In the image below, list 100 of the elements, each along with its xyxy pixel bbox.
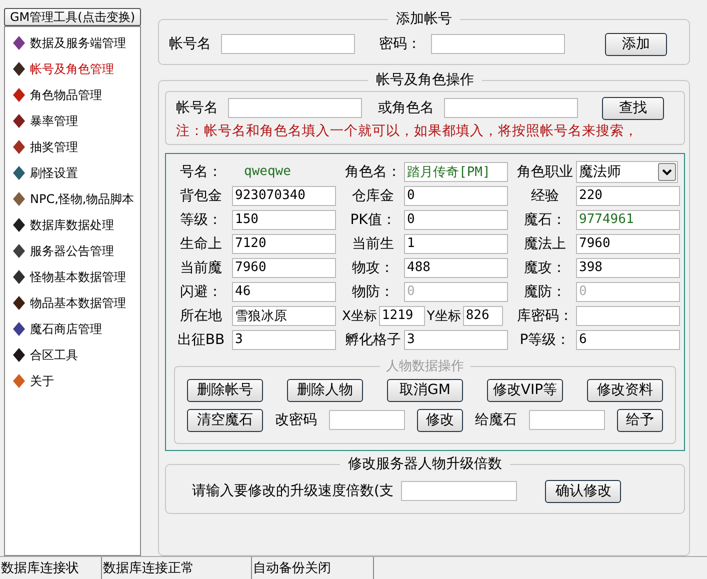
input-field[interactable]: 踏月传奇[PM] bbox=[404, 162, 508, 182]
search-button[interactable]: 查找 bbox=[602, 96, 664, 120]
sidebar-item[interactable]: NPC,怪物,物品脚本 bbox=[5, 186, 140, 212]
action-button[interactable]: 取消GM bbox=[387, 378, 463, 402]
field-label: 角色职业 bbox=[516, 162, 574, 180]
input-field[interactable]: 1 bbox=[404, 234, 508, 254]
field-label: 密码： bbox=[379, 35, 421, 53]
status-pane: 数据库连接正常 bbox=[102, 557, 252, 579]
field-label: 魔石： bbox=[523, 210, 567, 228]
field-label: 角色名： bbox=[344, 162, 402, 180]
input-field[interactable] bbox=[401, 481, 518, 501]
status-pane: 自动备份关闭 bbox=[252, 557, 374, 579]
field-label: 魔法上 bbox=[523, 234, 567, 252]
field-label: 帐号名 bbox=[169, 35, 211, 53]
sidebar-item[interactable]: 数据及服务端管理 bbox=[5, 30, 140, 56]
input-field[interactable] bbox=[444, 98, 578, 118]
clear-gems-button[interactable]: 清空魔石 bbox=[187, 408, 263, 432]
group-title: 帐号及角色操作 bbox=[375, 71, 475, 89]
sidebar-item[interactable]: 物品基本数据管理 bbox=[5, 290, 140, 316]
gem-icon bbox=[11, 191, 27, 207]
sidebar-item[interactable]: 暴率管理 bbox=[5, 108, 140, 134]
give-button[interactable]: 给予 bbox=[617, 408, 663, 432]
sidebar-item[interactable]: 刷怪设置 bbox=[5, 160, 140, 186]
sidebar-item[interactable]: 魔石商店管理 bbox=[5, 316, 140, 342]
group-title: 添加帐号 bbox=[395, 10, 453, 28]
field-label: 号名： bbox=[179, 162, 223, 180]
field-label: 当前魔 bbox=[179, 258, 223, 276]
status-pane: 数据库连接状 bbox=[0, 557, 102, 579]
input-field[interactable] bbox=[228, 98, 362, 118]
sidebar-item[interactable]: 服务器公告管理 bbox=[5, 238, 140, 264]
field-label: 物攻： bbox=[351, 258, 395, 276]
input-field[interactable]: 220 bbox=[576, 186, 680, 206]
input-field[interactable]: 0 bbox=[404, 186, 508, 206]
gem-icon bbox=[11, 347, 27, 363]
input-field[interactable]: 488 bbox=[404, 258, 508, 278]
input-field[interactable] bbox=[576, 306, 680, 326]
field-label: 孵化格子 bbox=[344, 330, 402, 348]
field-label: PK值： bbox=[349, 210, 397, 228]
field-label: 出征BB bbox=[176, 330, 226, 348]
confirm-button[interactable]: 确认修改 bbox=[545, 480, 622, 502]
field-label: 给魔石 bbox=[475, 411, 517, 429]
sidebar-item[interactable]: 角色物品管理 bbox=[5, 82, 140, 108]
add-button[interactable]: 添加 bbox=[605, 32, 667, 56]
input-field[interactable]: 150 bbox=[232, 210, 336, 230]
gem-icon bbox=[11, 295, 27, 311]
input-field[interactable]: 398 bbox=[576, 258, 680, 278]
sidebar-item[interactable]: 关于 bbox=[5, 368, 140, 394]
input-field[interactable] bbox=[221, 34, 355, 54]
input-field[interactable] bbox=[431, 34, 565, 54]
gem-icon bbox=[11, 217, 27, 233]
field-value: qweqwe bbox=[243, 164, 292, 179]
field-label: 改密码 bbox=[275, 411, 317, 429]
gem-icon bbox=[11, 87, 27, 103]
input-field[interactable]: 0 bbox=[404, 210, 508, 230]
field-label: 帐号名 bbox=[176, 99, 218, 117]
field-label: 库密码： bbox=[516, 306, 574, 324]
input-field[interactable]: 7960 bbox=[576, 234, 680, 254]
gem-icon bbox=[11, 321, 27, 337]
gem-icon bbox=[11, 139, 27, 155]
field-label: 魔攻： bbox=[523, 258, 567, 276]
field-label: Y坐标 bbox=[426, 308, 461, 324]
sidebar-item[interactable]: 数据库数据处理 bbox=[5, 212, 140, 238]
field-label: 背包金 bbox=[179, 186, 223, 204]
sidebar-item[interactable]: 合区工具 bbox=[5, 342, 140, 368]
gem-icon bbox=[11, 269, 27, 285]
input-field[interactable]: 6 bbox=[576, 330, 680, 350]
input-field[interactable]: 3 bbox=[404, 330, 508, 350]
input-field[interactable]: 826 bbox=[462, 306, 503, 326]
gem-icon bbox=[11, 113, 27, 129]
sidebar-item[interactable]: 帐号及角色管理 bbox=[5, 56, 140, 82]
sidebar-item[interactable]: 怪物基本数据管理 bbox=[5, 264, 140, 290]
gem-icon bbox=[11, 61, 27, 77]
input-field[interactable]: 46 bbox=[232, 282, 336, 302]
input-field[interactable] bbox=[529, 410, 605, 430]
input-field[interactable]: 雪狼冰原 bbox=[232, 306, 336, 326]
action-button[interactable]: 删除人物 bbox=[287, 378, 363, 402]
input-field[interactable]: 1219 bbox=[378, 306, 425, 326]
field-label: 仓库金 bbox=[351, 186, 395, 204]
input-field[interactable]: 7960 bbox=[232, 258, 336, 278]
modify-button[interactable]: 修改 bbox=[417, 408, 463, 432]
sidebar-item[interactable]: 抽奖管理 bbox=[5, 134, 140, 160]
field-label: 所在地 bbox=[179, 306, 223, 324]
input-field[interactable]: 3 bbox=[232, 330, 336, 350]
field-label: 当前生 bbox=[351, 234, 395, 252]
gem-icon bbox=[11, 243, 27, 259]
dropdown[interactable]: 魔法师 bbox=[576, 160, 678, 182]
tool-switch-button[interactable]: GM管理工具(点击变换) bbox=[4, 8, 141, 26]
input-field[interactable]: 923070340 bbox=[232, 186, 336, 206]
action-button[interactable]: 删除帐号 bbox=[187, 378, 263, 402]
field-label: 经验 bbox=[530, 186, 560, 204]
input-field[interactable] bbox=[329, 410, 405, 430]
group-title: 人物数据操作 bbox=[385, 358, 465, 375]
gem-icon bbox=[11, 165, 27, 181]
field-label: 魔防： bbox=[523, 282, 567, 300]
input-field[interactable]: 9774961 bbox=[576, 210, 680, 230]
field-label: 生命上 bbox=[179, 234, 223, 252]
gem-icon bbox=[11, 35, 27, 51]
input-field[interactable]: 7120 bbox=[232, 234, 336, 254]
action-button[interactable]: 修改资料 bbox=[587, 378, 663, 402]
action-button[interactable]: 修改VIP等 bbox=[487, 378, 563, 402]
